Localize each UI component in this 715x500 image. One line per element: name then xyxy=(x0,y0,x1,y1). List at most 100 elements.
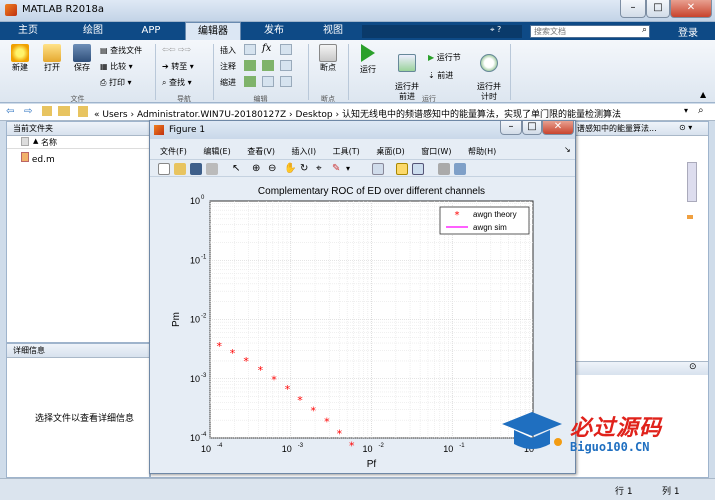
zoom-out-icon[interactable]: ⊖ xyxy=(268,163,280,175)
breadcrumb-desktop[interactable]: Desktop xyxy=(296,110,333,120)
x-tick-exponent: -3 xyxy=(298,443,304,449)
find-files-button[interactable]: ▤ 查找文件 xyxy=(100,45,142,56)
breadcrumb-project[interactable]: 认知无线电中的频谱感知中的能量算法，实现了单门限的能量检测算法 xyxy=(342,110,621,120)
file-type-icon xyxy=(21,137,29,146)
menu-edit[interactable]: 编辑(E) xyxy=(203,147,230,156)
address-dropdown-icon[interactable]: ▾ xyxy=(684,106,688,115)
graduation-cap-logo xyxy=(502,412,562,449)
new-icon xyxy=(11,44,29,62)
run-button[interactable]: 运行 xyxy=(354,44,382,75)
pan-icon[interactable]: ✋ xyxy=(284,163,296,175)
fx-button[interactable]: fx xyxy=(262,43,271,54)
run-section-button[interactable]: ▶ 运行节 xyxy=(428,52,461,63)
menu-help[interactable]: 帮助(H) xyxy=(468,147,496,156)
minimize-button[interactable]: – xyxy=(620,0,646,18)
login-link[interactable]: 登录 xyxy=(678,24,698,39)
compare-button[interactable]: ▦ 比较 ▾ xyxy=(100,61,133,72)
insert-button[interactable]: 插入 xyxy=(220,45,236,56)
new-button[interactable]: 新建 xyxy=(6,44,34,73)
breadcrumb-users[interactable]: Users xyxy=(102,110,127,120)
open-file-icon[interactable] xyxy=(174,163,186,175)
wrap-comments-icon[interactable] xyxy=(280,60,292,71)
menu-window[interactable]: 窗口(W) xyxy=(421,147,451,156)
forward-icon[interactable]: ⇨ xyxy=(24,106,32,117)
close-button[interactable]: ✕ xyxy=(670,0,712,18)
data-point: * xyxy=(258,364,264,377)
breakpoints-button[interactable]: 断点 xyxy=(312,44,344,73)
figure-maximize-button[interactable]: □ xyxy=(522,121,542,135)
menu-desktop[interactable]: 桌面(D) xyxy=(376,147,404,156)
print-figure-icon[interactable] xyxy=(206,163,218,175)
figure-toolbar: ↖ ⊕ ⊖ ✋ ↻ ⌖ ✎ ▾ xyxy=(150,159,575,177)
collapse-ribbon-icon[interactable]: ▲ xyxy=(700,90,706,99)
print-button[interactable]: ⎙ 打印 ▾ xyxy=(100,77,132,88)
comment-icon[interactable] xyxy=(244,60,256,71)
menu-insert[interactable]: 插入(I) xyxy=(292,147,317,156)
open-button[interactable]: 打开 xyxy=(38,44,66,73)
tab-apps[interactable]: APP xyxy=(128,22,174,40)
matlab-logo-icon xyxy=(5,4,17,16)
address-bar: ⇦ ⇨ « Users › Administrator.WIN7U-201801… xyxy=(0,104,715,121)
search-input[interactable]: 搜索文档 ⌕ xyxy=(530,25,650,38)
dock-figure-icon[interactable]: ↘ xyxy=(564,145,571,154)
brush-icon[interactable]: ✎ xyxy=(332,163,344,175)
file-item[interactable]: ed.m xyxy=(21,152,55,165)
up-folder-icon[interactable] xyxy=(42,106,52,116)
figure-close-button[interactable]: ✕ xyxy=(542,121,574,135)
tab-home[interactable]: 主页 xyxy=(8,22,48,40)
find-button[interactable]: ⌕ 查找 ▾ xyxy=(162,77,192,88)
advance-button[interactable]: ⇣ 前进 xyxy=(428,70,453,81)
colorbar-icon[interactable] xyxy=(396,163,408,175)
decrease-indent-icon[interactable] xyxy=(280,76,292,87)
tab-publish[interactable]: 发布 xyxy=(250,22,298,40)
maximize-button[interactable]: □ xyxy=(646,0,670,18)
goto-icon: ➔ xyxy=(162,62,172,71)
breadcrumb-admin[interactable]: Administrator.WIN7U-20180127Z xyxy=(137,110,286,120)
indent-button[interactable]: 缩进 xyxy=(220,77,236,88)
breadcrumb-overflow[interactable]: « xyxy=(94,110,100,120)
zoom-in-icon[interactable]: ⊕ xyxy=(252,163,264,175)
x-tick-label: 10 xyxy=(443,444,453,454)
data-point: * xyxy=(285,383,291,396)
link-plot-icon[interactable] xyxy=(372,163,384,175)
brush-dropdown-icon[interactable]: ▾ xyxy=(346,163,358,175)
save-figure-icon[interactable] xyxy=(190,163,202,175)
advance-label: 前进 xyxy=(437,71,454,80)
menu-tools[interactable]: 工具(T) xyxy=(333,147,360,156)
tab-view[interactable]: 视图 xyxy=(310,22,356,40)
editor-tab-title[interactable]: 谱感知中的能量算法... xyxy=(577,122,657,135)
name-column-header[interactable]: 名称 xyxy=(41,137,57,148)
menu-view[interactable]: 查看(V) xyxy=(247,147,275,156)
save-button[interactable]: 保存 xyxy=(68,44,96,73)
insert-section-icon[interactable] xyxy=(244,44,256,55)
search-icon[interactable]: ⌕ xyxy=(642,25,647,35)
search-folder-icon[interactable]: ⌕ xyxy=(698,105,704,116)
current-folder-header: 当前文件夹 xyxy=(7,122,149,136)
tab-plots[interactable]: 绘图 xyxy=(70,22,116,40)
smart-indent-icon[interactable] xyxy=(244,76,256,87)
hide-plot-tools-icon[interactable] xyxy=(438,163,450,175)
legend-icon[interactable] xyxy=(412,163,424,175)
breadcrumb[interactable]: « Users › Administrator.WIN7U-20180127Z … xyxy=(94,107,621,120)
back-icon[interactable]: ⇦ xyxy=(6,106,14,117)
show-plot-tools-icon[interactable] xyxy=(454,163,466,175)
watermark-text-en: Biguo100.CN xyxy=(570,440,650,454)
edit-plot-icon[interactable]: ↖ xyxy=(232,163,244,175)
data-cursor-icon[interactable]: ⌖ xyxy=(316,163,328,175)
browse-folder-icon[interactable] xyxy=(58,106,70,116)
command-window-menu-icon[interactable]: ⊙ xyxy=(689,362,697,372)
figure-minimize-button[interactable]: – xyxy=(500,121,522,135)
goto-button[interactable]: ➔ 转至 ▾ xyxy=(162,61,194,72)
insert-function-icon[interactable] xyxy=(280,44,292,55)
file-list-header[interactable]: 名称 ▲ xyxy=(7,136,149,149)
menu-file[interactable]: 文件(F) xyxy=(160,147,187,156)
editor-scrollbar[interactable] xyxy=(687,162,697,202)
new-figure-icon[interactable] xyxy=(158,163,170,175)
uncomment-icon[interactable] xyxy=(262,60,274,71)
increase-indent-icon[interactable] xyxy=(262,76,274,87)
comment-button[interactable]: 注释 xyxy=(220,61,236,72)
rotate-icon[interactable]: ↻ xyxy=(300,163,312,175)
run-icon xyxy=(361,44,375,62)
editor-menu-icon[interactable]: ⊙ ▾ xyxy=(679,121,692,134)
tab-editor[interactable]: 编辑器 xyxy=(185,22,241,40)
